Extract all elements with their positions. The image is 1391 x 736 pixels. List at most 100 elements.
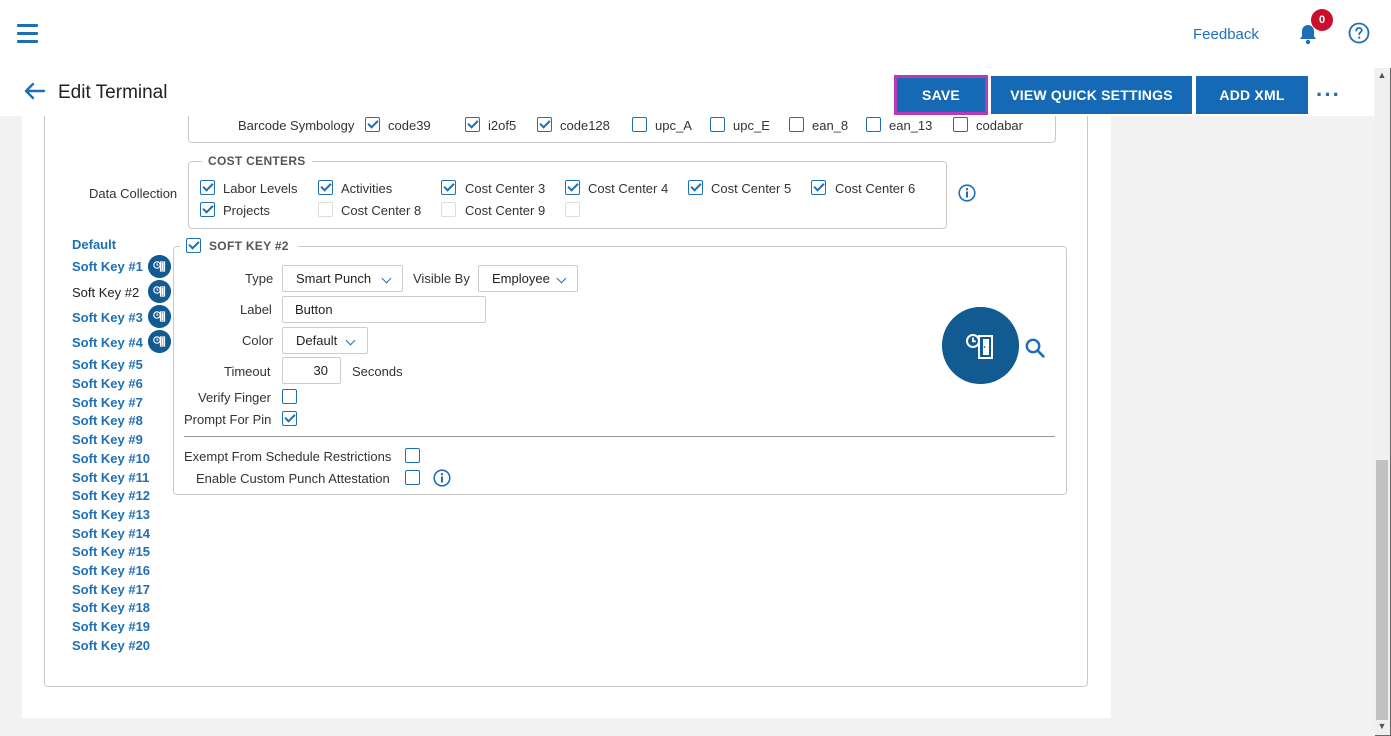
verify-finger-checkbox[interactable] xyxy=(282,389,297,404)
timeout-unit: Seconds xyxy=(352,364,403,379)
save-button[interactable]: SAVE xyxy=(894,75,988,115)
sidebar-item-soft-key-7[interactable]: Soft Key #7 xyxy=(72,395,143,410)
label-projects: Projects xyxy=(223,203,270,218)
chevron-down-icon xyxy=(381,273,392,284)
barcode-checkbox-code39[interactable] xyxy=(365,117,380,132)
add-xml-button[interactable]: ADD XML xyxy=(1196,76,1308,114)
label-cost-center-5: Cost Center 5 xyxy=(711,181,792,196)
soft-key-legend-label: SOFT KEY #2 xyxy=(203,239,295,253)
sidebar-item-soft-key-3[interactable]: Soft Key #3 xyxy=(72,310,143,325)
sidebar-item-soft-key-11[interactable]: Soft Key #11 xyxy=(72,470,149,485)
chevron-down-icon xyxy=(345,335,356,346)
sidebar-item-soft-key-9[interactable]: Soft Key #9 xyxy=(72,432,143,447)
sidebar-item-soft-key-2[interactable]: Soft Key #2 xyxy=(72,285,139,300)
checkbox-cost-center-5[interactable] xyxy=(688,180,703,195)
sidebar-item-soft-key-4[interactable]: Soft Key #4 xyxy=(72,335,143,350)
sidebar-item-soft-key-12[interactable]: Soft Key #12 xyxy=(72,488,150,503)
scroll-down-icon[interactable]: ▼ xyxy=(1374,721,1390,733)
sidebar-item-soft-key-5[interactable]: Soft Key #5 xyxy=(72,357,143,372)
checkbox-cost-center-extra[interactable] xyxy=(565,202,580,217)
sidebar-item-soft-key-17[interactable]: Soft Key #17 xyxy=(72,582,150,597)
cost-centers-fieldset xyxy=(188,161,947,229)
smart-punch-preview-icon[interactable] xyxy=(942,307,1019,384)
checkbox-cost-center-9[interactable] xyxy=(441,202,456,217)
checkbox-cost-center-3[interactable] xyxy=(441,180,456,195)
prompt-pin-checkbox[interactable] xyxy=(282,411,297,426)
attestation-checkbox[interactable] xyxy=(405,470,420,485)
label-cost-center-4: Cost Center 4 xyxy=(588,181,669,196)
checkbox-cost-center-4[interactable] xyxy=(565,180,580,195)
help-icon[interactable] xyxy=(1348,22,1370,44)
barcode-label-codabar: codabar xyxy=(976,118,1023,133)
sidebar-item-soft-key-10[interactable]: Soft Key #10 xyxy=(72,451,150,466)
sidebar-item-soft-key-19[interactable]: Soft Key #19 xyxy=(72,619,150,634)
sidebar-item-default[interactable]: Default xyxy=(72,237,116,252)
checkbox-projects[interactable] xyxy=(200,202,215,217)
barcode-checkbox-i2of5[interactable] xyxy=(465,117,480,132)
back-arrow-icon[interactable] xyxy=(24,82,46,100)
barcode-label-code39: code39 xyxy=(388,118,431,133)
notification-badge: 0 xyxy=(1311,9,1333,31)
soft-key-enabled-checkbox[interactable] xyxy=(186,238,201,253)
attestation-label: Enable Custom Punch Attestation xyxy=(196,471,390,486)
type-label: Type xyxy=(245,271,274,286)
label-input[interactable]: Button xyxy=(282,296,486,323)
exempt-checkbox[interactable] xyxy=(405,448,420,463)
sidebar-item-soft-key-14[interactable]: Soft Key #14 xyxy=(72,526,150,541)
hamburger-menu-icon[interactable] xyxy=(17,24,38,43)
scrollbar[interactable]: ▲ ▼ xyxy=(1374,68,1390,735)
data-collection-label: Data Collection xyxy=(89,186,178,201)
barcode-checkbox-upc-e[interactable] xyxy=(710,117,725,132)
sidebar-item-soft-key-18[interactable]: Soft Key #18 xyxy=(72,600,150,615)
barcode-checkbox-ean-13[interactable] xyxy=(866,117,881,132)
sidebar-item-soft-key-6[interactable]: Soft Key #6 xyxy=(72,376,143,391)
prompt-pin-label: Prompt For Pin xyxy=(184,412,272,427)
barcode-checkbox-codabar[interactable] xyxy=(953,117,968,132)
visible-by-select[interactable]: Employee xyxy=(478,265,578,292)
scrollbar-thumb[interactable] xyxy=(1376,460,1388,720)
sidebar-item-soft-key-16[interactable]: Soft Key #16 xyxy=(72,563,150,578)
sidebar-item-soft-key-1[interactable]: Soft Key #1 xyxy=(72,259,143,274)
page-header: Edit Terminal SAVE VIEW QUICK SETTINGS A… xyxy=(0,68,1374,116)
label-cost-center-9: Cost Center 9 xyxy=(465,203,546,218)
barcode-checkbox-ean-8[interactable] xyxy=(789,117,804,132)
exempt-label: Exempt From Schedule Restrictions xyxy=(184,449,392,464)
view-quick-settings-button[interactable]: VIEW QUICK SETTINGS xyxy=(991,76,1192,114)
timeout-input[interactable]: 30 xyxy=(282,357,341,384)
checkbox-cost-center-8[interactable] xyxy=(318,202,333,217)
timeout-label: Timeout xyxy=(224,364,271,379)
scroll-up-icon[interactable]: ▲ xyxy=(1374,70,1390,82)
color-select[interactable]: Default xyxy=(282,327,368,354)
info-icon[interactable] xyxy=(433,469,451,487)
sidebar-item-soft-key-13[interactable]: Soft Key #13 xyxy=(72,507,150,522)
top-bar: Feedback 0 xyxy=(0,0,1391,68)
chevron-down-icon xyxy=(556,273,567,284)
smart-punch-icon[interactable] xyxy=(148,305,171,328)
smart-punch-icon[interactable] xyxy=(148,330,171,353)
sidebar-item-soft-key-15[interactable]: Soft Key #15 xyxy=(72,544,150,559)
verify-finger-label: Verify Finger xyxy=(198,390,271,405)
search-icon[interactable] xyxy=(1024,337,1046,359)
label-cost-center-8: Cost Center 8 xyxy=(341,203,422,218)
feedback-link[interactable]: Feedback xyxy=(1193,26,1259,43)
more-options-icon[interactable]: ··· xyxy=(1316,82,1341,108)
type-select-value: Smart Punch xyxy=(296,271,372,286)
checkbox-labor-levels[interactable] xyxy=(200,180,215,195)
barcode-label-ean-8: ean_8 xyxy=(812,118,849,133)
barcode-checkbox-upc-a[interactable] xyxy=(632,117,647,132)
smart-punch-icon[interactable] xyxy=(148,255,171,278)
checkbox-activities[interactable] xyxy=(318,180,333,195)
label-cost-center-6: Cost Center 6 xyxy=(835,181,916,196)
visible-by-label: Visible By xyxy=(413,271,470,286)
barcode-checkbox-code128[interactable] xyxy=(537,117,552,132)
cost-centers-legend: COST CENTERS xyxy=(202,154,312,168)
label-cost-center-3: Cost Center 3 xyxy=(465,181,546,196)
info-icon[interactable] xyxy=(958,184,976,202)
label-labor-levels: Labor Levels xyxy=(223,181,298,196)
checkbox-cost-center-6[interactable] xyxy=(811,180,826,195)
label-field-label: Label xyxy=(240,302,272,317)
sidebar-item-soft-key-20[interactable]: Soft Key #20 xyxy=(72,638,150,653)
sidebar-item-soft-key-8[interactable]: Soft Key #8 xyxy=(72,413,143,428)
smart-punch-icon[interactable] xyxy=(148,280,171,303)
type-select[interactable]: Smart Punch xyxy=(282,265,403,292)
